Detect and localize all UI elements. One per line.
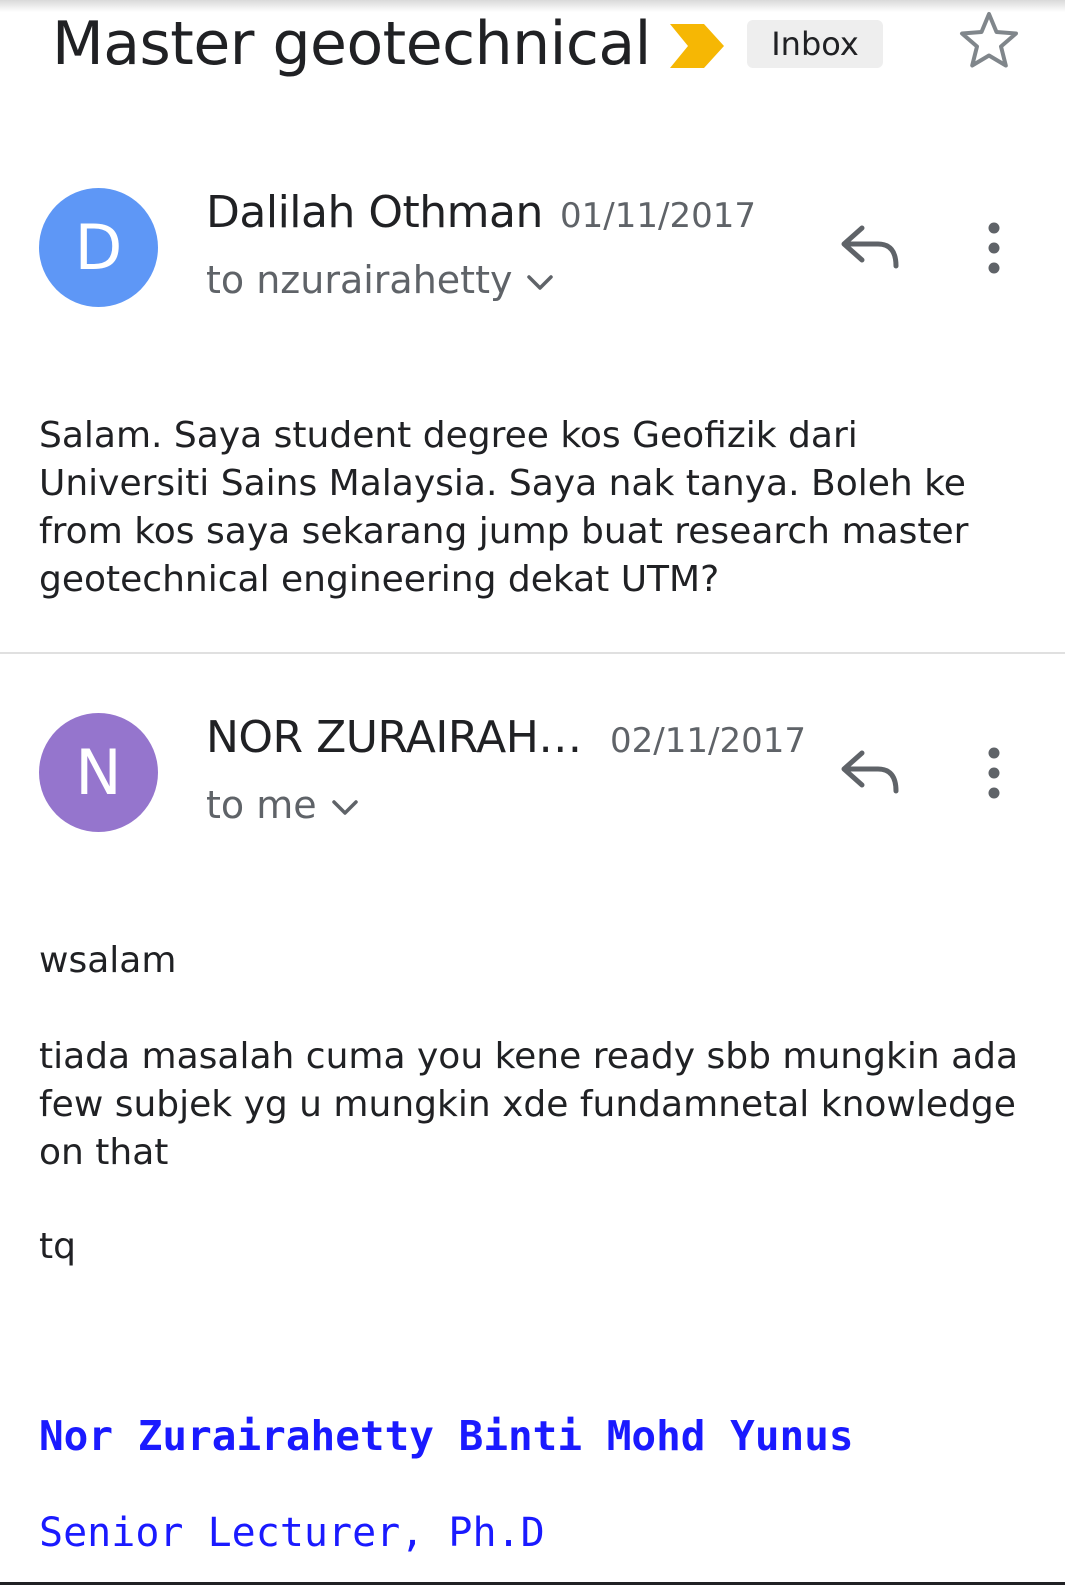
email-subject: Master geotechnical (52, 9, 651, 79)
avatar[interactable]: D (39, 188, 158, 307)
message-body-greeting: wsalam (39, 940, 177, 981)
signature-name: Nor Zurairahetty Binti Mohd Yunus (39, 1412, 854, 1460)
chevron-down-icon (331, 799, 358, 815)
recipient-text: to me (206, 783, 317, 827)
reply-icon[interactable] (838, 745, 904, 801)
message-date: 01/11/2017 (560, 196, 756, 236)
importance-marker-icon[interactable] (670, 24, 724, 68)
message-body-paragraph: tiada masalah cuma you kene ready sbb mu… (39, 1036, 1019, 1173)
star-icon[interactable] (958, 10, 1020, 70)
chevron-down-icon (527, 274, 554, 290)
recipient-details-toggle[interactable]: to nzurairahetty (206, 256, 554, 304)
reply-icon[interactable] (838, 220, 904, 276)
avatar-letter: N (75, 736, 122, 809)
message-body: Salam. Saya student degree kos Geofizik … (39, 415, 969, 600)
avatar[interactable]: N (39, 713, 158, 832)
inbox-label-chip[interactable]: Inbox (747, 20, 883, 68)
sender-name[interactable]: Dalilah Othman (206, 186, 543, 240)
more-options-icon[interactable] (974, 218, 1014, 278)
recipient-text: to nzurairahetty (206, 258, 513, 302)
message-body-closing: tq (39, 1226, 76, 1267)
more-options-icon[interactable] (974, 743, 1014, 803)
message-date: 02/11/2017 (610, 721, 806, 761)
avatar-letter: D (74, 211, 123, 284)
recipient-details-toggle[interactable]: to me (206, 781, 359, 829)
message-divider (0, 652, 1065, 654)
signature-title: Senior Lecturer, Ph.D (39, 1510, 545, 1556)
sender-name[interactable]: NOR ZURAIRAH… (206, 711, 582, 765)
